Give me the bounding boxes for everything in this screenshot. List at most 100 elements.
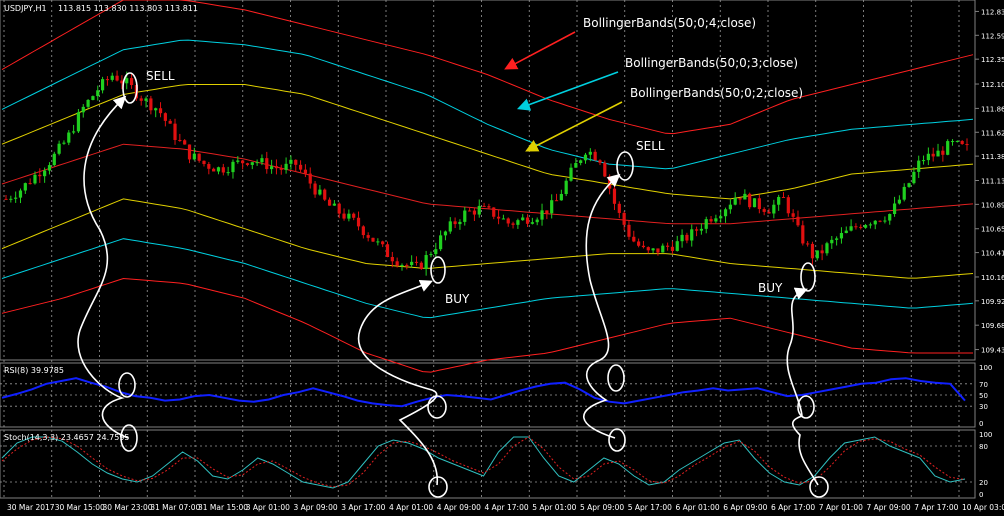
- stoch-axis: 100 80 20 0: [979, 431, 992, 499]
- time-tick-label: 5 Apr 09:00: [580, 503, 624, 512]
- time-tick-label: 3 Apr 09:00: [294, 503, 338, 512]
- candle-body: [670, 246, 675, 251]
- candle-body: [936, 150, 940, 157]
- candle-body: [917, 160, 921, 172]
- symbol-label: USDJPY,H1: [4, 4, 47, 13]
- time-tick-label: 7 Apr 01:00: [819, 503, 863, 512]
- time-tick-label: 10 Apr 03:00: [962, 503, 1004, 512]
- candle-body: [327, 199, 332, 206]
- candle-body: [187, 144, 192, 160]
- rsi-tick-label: 100: [979, 364, 992, 372]
- candle-body: [4, 198, 8, 200]
- candle-body: [76, 112, 81, 132]
- candle-body: [47, 165, 52, 171]
- candle-body: [308, 173, 312, 184]
- candle-body: [371, 237, 375, 242]
- price-tick-label: 111.620: [981, 129, 1004, 137]
- candle-body: [748, 193, 752, 208]
- rsi-label: RSI(8) 39.9785: [4, 366, 64, 375]
- price-tick-label: 112.595: [981, 32, 1004, 40]
- candle-body: [719, 216, 723, 219]
- candle-body: [941, 150, 945, 155]
- candle-body: [492, 207, 496, 217]
- candle-body: [18, 190, 23, 198]
- candle-body: [72, 131, 76, 133]
- candle-body: [231, 161, 235, 173]
- candle-body: [907, 183, 911, 187]
- candle-body: [158, 108, 163, 114]
- candle-body: [57, 143, 61, 154]
- price-tick-label: 110.650: [981, 226, 1004, 234]
- candle-body: [873, 220, 877, 225]
- candle-body: [704, 219, 708, 229]
- candle-body: [501, 218, 506, 220]
- candle-body: [260, 158, 264, 163]
- candle-body: [381, 241, 385, 245]
- price-tick-label: 109.925: [981, 298, 1004, 306]
- candle-body: [347, 213, 351, 219]
- candle-body: [86, 99, 90, 107]
- candle-body: [699, 228, 703, 231]
- candle-body: [178, 139, 182, 141]
- candle-body: [144, 98, 148, 101]
- time-tick-label: 30 Mar 15:00: [55, 503, 105, 512]
- candle-body: [405, 264, 409, 266]
- candle-body: [149, 98, 153, 111]
- candle-body: [221, 167, 225, 173]
- candle-body: [781, 196, 786, 198]
- ohlc-label: 113.815 113.830 113.803 113.811: [58, 4, 198, 13]
- candle-body: [854, 226, 858, 228]
- candle-body: [410, 261, 414, 266]
- stoch-tick-label: 0: [979, 491, 983, 499]
- price-tick-label: 112.105: [981, 81, 1004, 89]
- candle-body: [366, 235, 370, 238]
- candle-body: [458, 221, 462, 225]
- candle-body: [791, 213, 795, 217]
- candle-body: [52, 153, 56, 166]
- buy-label-2: BUY: [758, 281, 783, 295]
- candle-body: [352, 213, 356, 218]
- price-tick-label: 109.680: [981, 322, 1004, 330]
- candle-body: [100, 79, 105, 91]
- candle-body: [690, 229, 694, 241]
- buy-label-1: BUY: [445, 292, 470, 306]
- time-tick-label: 6 Apr 09:00: [723, 503, 767, 512]
- candle-body: [921, 160, 926, 162]
- sell-label-1: SELL: [146, 69, 175, 83]
- candle-body: [265, 158, 269, 170]
- candle-body: [675, 241, 679, 251]
- time-tick-label: 30 Mar 23:00: [103, 503, 153, 512]
- candle-body: [173, 123, 177, 140]
- candle-body: [685, 234, 689, 241]
- candle-body: [868, 224, 873, 226]
- candle-body: [878, 220, 882, 222]
- candle-body: [535, 219, 539, 223]
- candle-body: [588, 151, 592, 155]
- stoch-tick-label: 100: [979, 431, 992, 439]
- candle-body: [863, 225, 868, 228]
- candle-body: [830, 239, 834, 244]
- candle-body: [337, 203, 341, 214]
- candle-body: [757, 198, 761, 210]
- candle-body: [559, 193, 563, 201]
- candle-body: [859, 226, 863, 228]
- candle-body: [946, 141, 950, 155]
- time-tick-label: 4 Apr 09:00: [437, 503, 481, 512]
- stoch-tick-label: 20: [979, 479, 988, 487]
- candle-body: [583, 154, 588, 161]
- candle-body: [762, 209, 766, 212]
- candle-body: [129, 78, 134, 86]
- candle-body: [467, 210, 472, 212]
- candle-body: [960, 141, 964, 145]
- candle-body: [14, 197, 18, 199]
- candle-body: [540, 210, 544, 220]
- price-tick-label: 112.355: [981, 56, 1004, 64]
- candle-body: [550, 200, 554, 214]
- candle-body: [554, 200, 559, 202]
- candle-body: [665, 245, 670, 247]
- candle-body: [810, 243, 815, 259]
- candle-body: [733, 198, 737, 205]
- candle-body: [569, 167, 573, 181]
- price-tick-label: 111.380: [981, 153, 1004, 161]
- price-tick-label: 111.135: [981, 177, 1004, 185]
